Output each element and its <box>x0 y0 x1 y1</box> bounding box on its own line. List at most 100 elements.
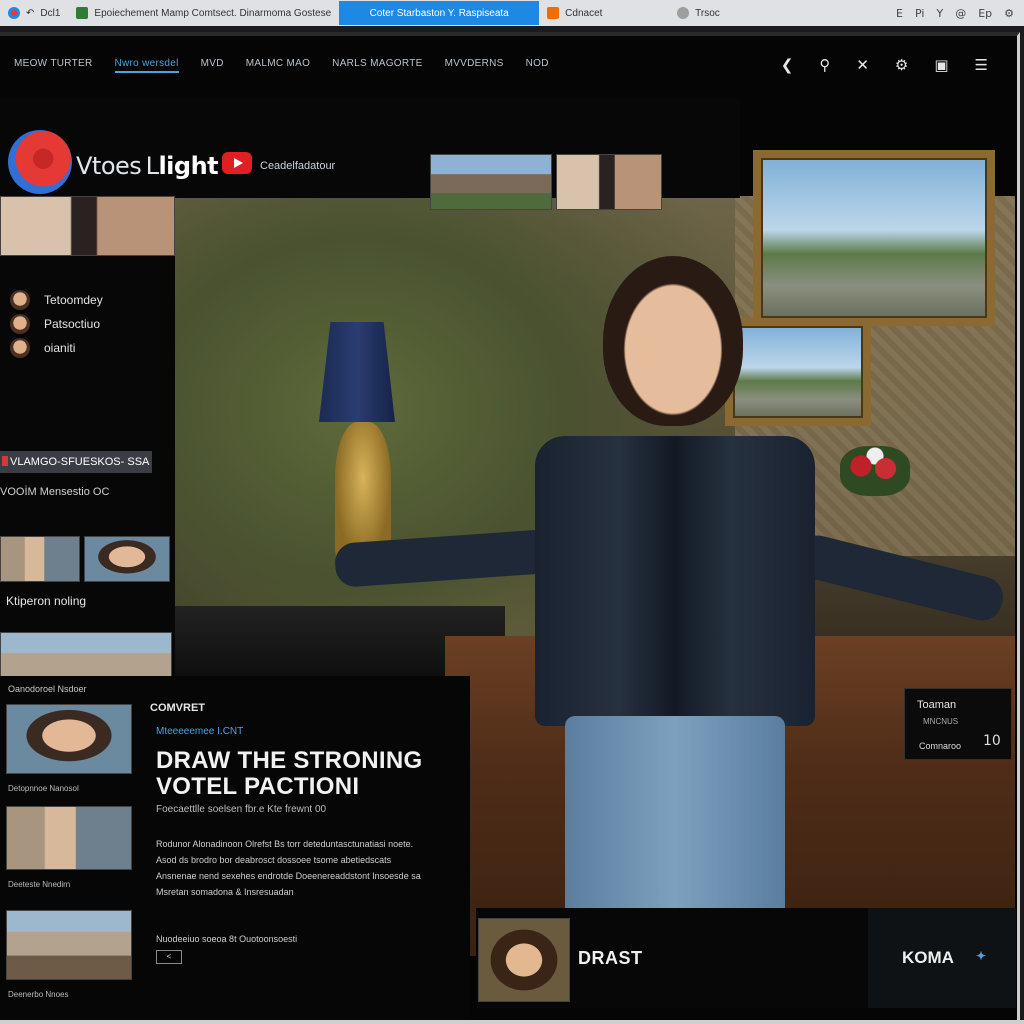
toolbar-button-3[interactable]: Y <box>936 7 943 20</box>
article-thumb-3-caption: Deenerbo Nnoes <box>8 990 69 999</box>
banner-marker-icon <box>2 456 8 466</box>
nav-link-2[interactable]: Nwro wersdel <box>114 58 179 73</box>
sidebar-list: Tetoomdey Patsoctiuo oianiti <box>10 288 103 360</box>
header-thumb-town[interactable] <box>430 154 552 210</box>
article-thumb-1[interactable] <box>6 704 132 774</box>
nav-link-3[interactable]: MVD <box>201 58 224 73</box>
tab-3-favicon-icon <box>547 7 560 19</box>
brand-header: Vtoes Llight Ceadelfadatour <box>0 98 740 210</box>
browser-toolbar: E Pi Y @ Ep ⚙ <box>896 7 1024 20</box>
sidebar-item-label: Tetoomdey <box>44 293 103 307</box>
back-arrow-icon[interactable]: ↶ <box>26 8 34 19</box>
info-card-subtitle: MNCNUS <box>923 717 959 726</box>
bottom-bar: DRAST KOMA ✦ <box>476 908 1016 1008</box>
toolbar-button-4[interactable]: @ <box>955 7 966 20</box>
lamp-shade <box>319 322 395 422</box>
sidebar-banner[interactable]: VLAMGO-SFUESKOS- SSA <box>0 451 152 473</box>
nav-link-6[interactable]: MVVDERNS <box>445 58 504 73</box>
youtube-play-icon[interactable] <box>222 152 252 174</box>
article-kicker: Oanodoroel Nsdoer <box>8 684 87 694</box>
sidebar-item-1[interactable]: Tetoomdey <box>10 288 103 312</box>
window-icon[interactable]: ▣ <box>934 56 948 74</box>
brand-name[interactable]: Vtoes Llight <box>76 152 219 180</box>
header-thumb-people[interactable] <box>556 154 662 210</box>
nav-link-4[interactable]: MALMC MAO <box>246 58 310 73</box>
sidebar-section-title: Ktiperon noling <box>6 594 87 608</box>
avatar <box>10 338 30 358</box>
tab-4[interactable]: Trsoc <box>669 1 728 25</box>
brand-badge-mark-icon: ✦ <box>976 949 987 963</box>
search-icon[interactable]: ⚲ <box>819 56 830 74</box>
article-body: Rodunor Alonadinoon Olrefst Bs torr dete… <box>156 839 421 897</box>
left-sidebar: Tetoomdey Patsoctiuo oianiti VLAMGO-SFUE… <box>0 196 175 706</box>
nav-icons: ❮ ⚲ ✕ ⚙ ▣ ☰ <box>781 56 1010 74</box>
tab-counter-label: Dcl1 <box>40 7 61 19</box>
tab-2[interactable]: Coter Starbaston Y. Raspiseata <box>339 1 540 25</box>
browser-logo-icon <box>8 7 20 19</box>
presenter-head <box>603 256 743 426</box>
profile-name[interactable]: DRAST <box>578 948 643 969</box>
article-label: COMVRET <box>150 702 205 714</box>
site-nav: MEOW TURTER Nwro wersdel MVD MALMC MAO N… <box>0 50 1010 80</box>
tab-1[interactable]: Epoiechement Mamp Comtsect. Dinarmoma Go… <box>68 1 339 25</box>
taskbar-strip <box>0 1020 1024 1024</box>
sidebar-hero-thumb[interactable] <box>0 196 175 256</box>
info-card-count: 10 <box>983 733 1001 749</box>
featured-article: Oanodoroel Nsdoer COMVRET Mteeeeemee I.C… <box>0 676 470 1020</box>
app-window: MEOW TURTER Nwro wersdel MVD MALMC MAO N… <box>0 32 1020 1020</box>
presenter-right-arm <box>792 531 1008 625</box>
article-byline: Foecaettlle soelsen fbr.e Kte frewnt 00 <box>156 804 327 815</box>
presenter-figure <box>333 256 1015 956</box>
brand-name-part-b: light <box>158 152 219 180</box>
nav-links: MEOW TURTER Nwro wersdel MVD MALMC MAO N… <box>0 58 549 73</box>
avatar <box>10 290 30 310</box>
tab-1-title: Epoiechement Mamp Comtsect. Dinarmoma Go… <box>94 7 332 19</box>
brand-badge-label: KOMA <box>902 948 954 967</box>
info-card-action[interactable]: Comnaroo <box>919 741 961 751</box>
info-card-title: Toaman <box>917 699 957 711</box>
article-back-button[interactable]: < <box>156 950 182 964</box>
browser-back-group[interactable]: ↶ Dcl1 <box>0 1 68 25</box>
tab-2-title: Coter Starbaston Y. Raspiseata <box>369 7 509 19</box>
article-thumb-2-caption: Deeteste Nnedirn <box>8 880 71 889</box>
nav-link-1[interactable]: MEOW TURTER <box>14 58 93 73</box>
tab-1-favicon-icon <box>76 7 89 19</box>
sidebar-subline: VOOİM Mensestio OC <box>0 486 110 498</box>
channel-name[interactable]: Ceadelfadatour <box>260 160 335 172</box>
settings-icon[interactable]: ⚙ <box>1004 7 1014 20</box>
sidebar-item-label: oianiti <box>44 341 76 355</box>
toolbar-button-5[interactable]: Ep <box>978 7 992 20</box>
tab-4-title: Trsoc <box>695 7 720 19</box>
toolbar-button-2[interactable]: Pi <box>915 7 924 20</box>
sidebar-thumb-2[interactable] <box>84 536 170 582</box>
sidebar-thumb-1[interactable] <box>0 536 80 582</box>
tab-3[interactable]: Cdnacet <box>539 1 669 25</box>
chevron-left-icon[interactable]: ❮ <box>781 56 794 74</box>
brand-name-part-a: Vtoes L <box>76 152 159 180</box>
article-thumb-1-caption: Detopnnoe Nanosol <box>8 784 79 793</box>
nav-link-7[interactable]: NOD <box>526 58 549 73</box>
article-thumb-3[interactable] <box>6 910 132 980</box>
gear-icon[interactable]: ⚙ <box>895 56 908 74</box>
browser-tab-bar: ↶ Dcl1 Epoiechement Mamp Comtsect. Dinar… <box>0 0 1024 26</box>
brand-badge[interactable]: KOMA ✦ <box>868 908 1016 1008</box>
tab-3-title: Cdnacet <box>565 7 603 19</box>
sidebar-item-label: Patsoctiuo <box>44 317 101 331</box>
article-footer: Nuodeeiuo soeoa 8t Ouotoonsoesti <box>156 934 298 944</box>
info-card[interactable]: Toaman MNCNUS Comnaroo 10 <box>904 688 1012 760</box>
menu-icon[interactable]: ☰ <box>975 56 988 74</box>
sidebar-item-2[interactable]: Patsoctiuo <box>10 312 103 336</box>
toolbar-button-1[interactable]: E <box>896 7 903 20</box>
sidebar-banner-label: VLAMGO-SFUESKOS- SSA <box>10 456 150 468</box>
tab-4-favicon-icon <box>677 7 690 19</box>
presenter-jacket <box>535 436 815 726</box>
close-icon[interactable]: ✕ <box>856 56 869 74</box>
profile-thumb[interactable] <box>478 918 570 1002</box>
article-meta[interactable]: Mteeeeemee I.CNT <box>156 726 243 737</box>
article-thumb-2[interactable] <box>6 806 132 870</box>
article-title[interactable]: DRAW THE STRONING VOTEL PACTIONI <box>156 748 456 800</box>
avatar <box>10 314 30 334</box>
channel-logo-icon[interactable] <box>8 130 72 194</box>
sidebar-item-3[interactable]: oianiti <box>10 336 103 360</box>
nav-link-5[interactable]: NARLS MAGORTE <box>332 58 422 73</box>
